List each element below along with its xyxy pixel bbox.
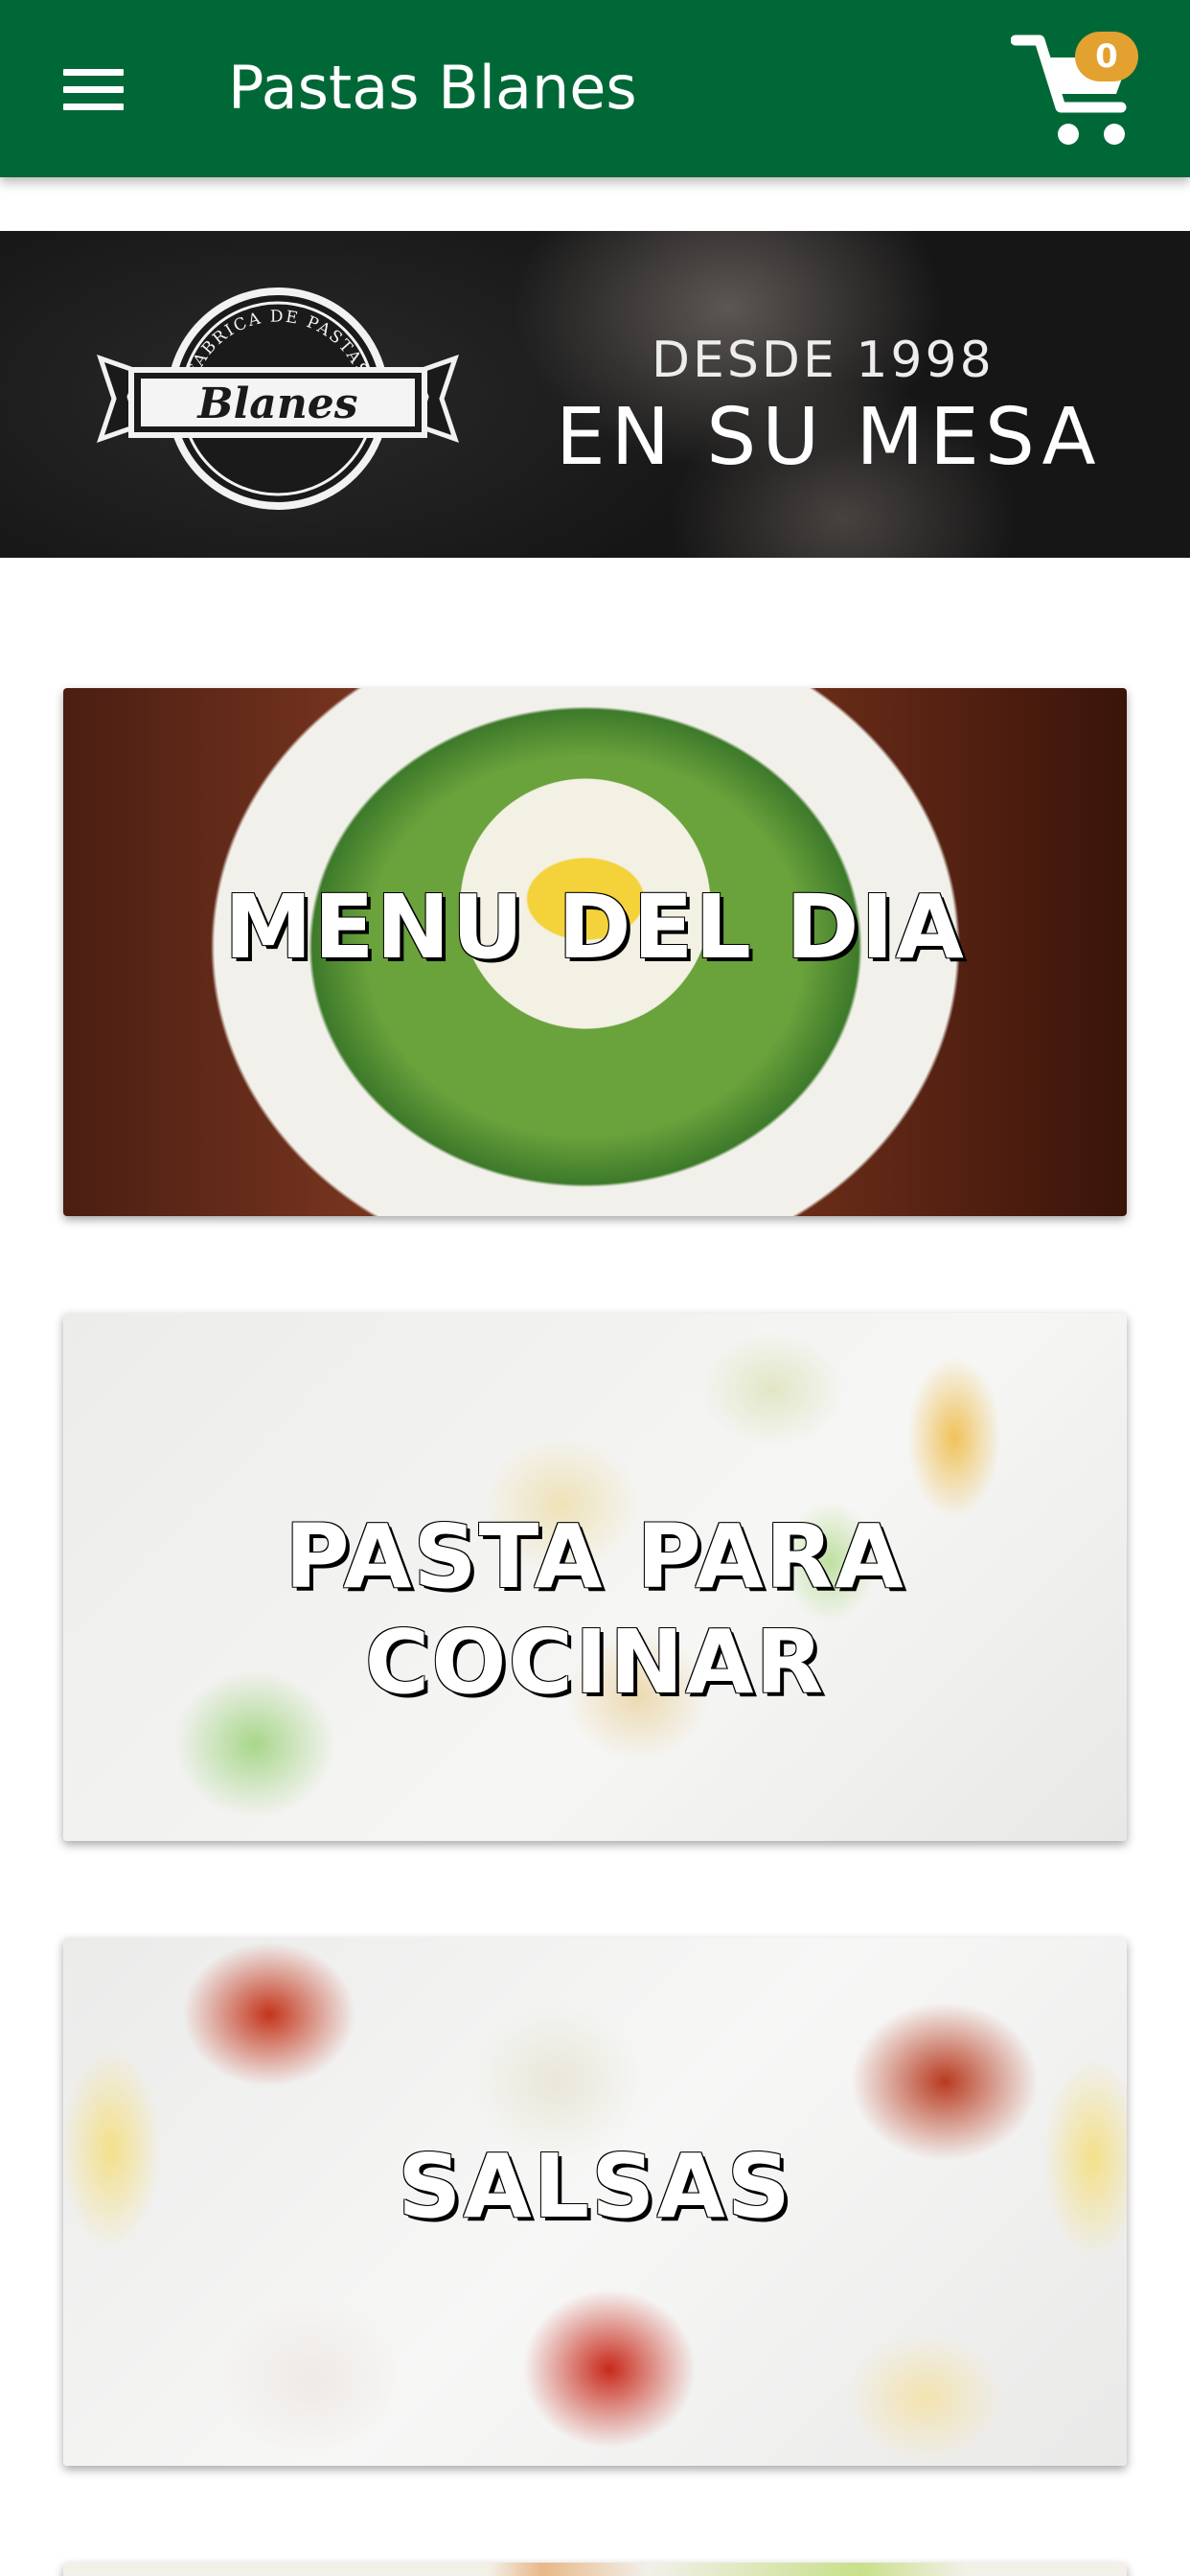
category-card-menu-del-dia[interactable]: MENU DEL DIA [63,688,1127,1216]
category-label-line1: PASTA PARA [285,1506,905,1608]
hamburger-menu-icon[interactable] [63,58,140,121]
home-screen: Pastas Blanes 0 FÁBRICA DE PASTAS Blanes [0,0,1190,2576]
category-card-next[interactable] [63,2563,1127,2576]
blanes-logo: FÁBRICA DE PASTAS Blanes [97,288,459,510]
category-card-salsas[interactable]: SALSAS [63,1938,1127,2466]
category-label-line2: COCINAR [364,1611,826,1714]
hero-banner: FÁBRICA DE PASTAS Blanes DESDE 1998 EN S… [0,231,1190,558]
category-label: MENU DEL DIA [224,876,966,978]
category-card-pasta-para-cocinar[interactable]: PASTA PARA COCINAR [63,1313,1127,1841]
svg-text:Blanes: Blanes [195,380,357,428]
cart-count-badge: 0 [1075,32,1138,81]
banner-subtitle: DESDE 1998 [652,332,995,389]
app-title: Pastas Blanes [228,53,637,123]
app-bar: Pastas Blanes 0 [0,0,1190,177]
category-label: SALSAS [398,2135,792,2238]
banner-headline: EN SU MESA [556,392,1102,483]
cart-button[interactable]: 0 [1011,29,1145,153]
